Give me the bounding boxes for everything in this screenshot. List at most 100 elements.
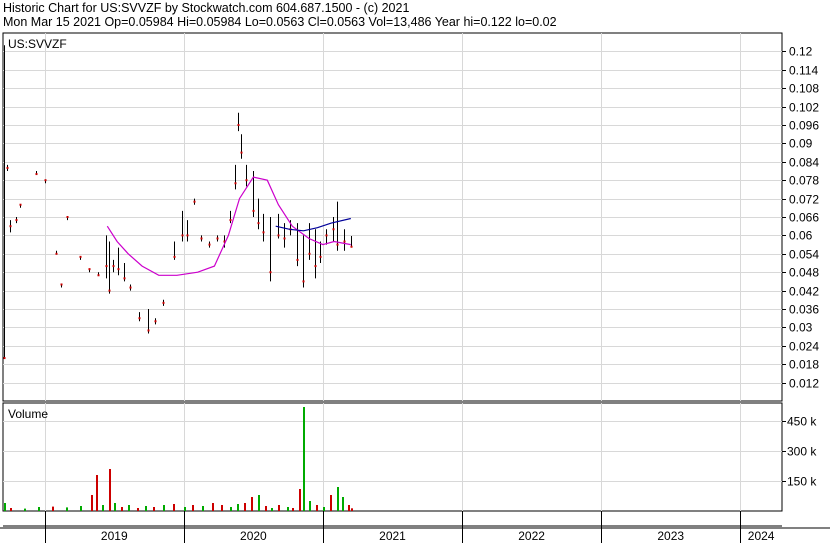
volume-bar (38, 507, 40, 511)
close-marker (193, 200, 196, 203)
volume-bar (66, 507, 68, 511)
price-tick-label: 0.072 (789, 193, 819, 207)
close-marker (129, 286, 132, 289)
price-tick-label: 0.078 (789, 174, 819, 188)
price-tick-label: 0.036 (789, 303, 819, 317)
volume-bar (244, 503, 246, 511)
close-marker (277, 234, 280, 237)
volume-bar (287, 507, 289, 511)
close-marker (314, 265, 317, 268)
close-marker (105, 265, 108, 268)
year-label: 2021 (379, 529, 406, 543)
volume-bar (221, 505, 223, 511)
year-label: 2024 (748, 529, 775, 543)
volume-bar (258, 495, 260, 511)
close-marker (55, 252, 58, 255)
volume-panel-title: Volume (8, 407, 48, 421)
volume-bar (4, 503, 6, 511)
close-marker (35, 173, 38, 176)
volume-bar (163, 505, 165, 511)
volume-bar (309, 501, 311, 511)
close-marker (216, 237, 219, 240)
close-marker (332, 228, 335, 231)
volume-bar (24, 508, 26, 511)
volume-bar (271, 508, 273, 511)
volume-bar (114, 503, 116, 511)
volume-bar (212, 503, 214, 511)
price-tick-label: 0.114 (789, 64, 818, 78)
price-tick-label: 0.12 (789, 45, 813, 59)
price-tick-label: 0.066 (789, 211, 819, 225)
price-tick-label: 0.054 (789, 248, 819, 262)
volume-bar (192, 505, 194, 511)
volume-bar (351, 508, 353, 511)
close-marker (112, 265, 115, 268)
close-marker (336, 243, 339, 246)
close-marker (257, 222, 260, 225)
price-tick-label: 0.018 (789, 358, 819, 372)
price-tick-label: 0.012 (789, 377, 819, 391)
close-marker (245, 179, 248, 182)
volume-bar (10, 508, 12, 511)
volume-bar (91, 495, 93, 511)
close-marker (237, 124, 240, 126)
close-marker (147, 329, 150, 332)
volume-bar (292, 508, 294, 511)
close-marker (123, 277, 126, 280)
price-tick-label: 0.09 (789, 137, 813, 151)
close-marker (325, 234, 328, 237)
close-marker (154, 320, 157, 323)
time-axis-labels: 2019 2020 2021 2022 2023 2024 (45, 511, 775, 543)
close-marker (117, 268, 120, 271)
close-marker (79, 255, 82, 258)
volume-bar (278, 505, 280, 511)
price-tick-label: 0.096 (789, 119, 819, 133)
close-marker (44, 179, 47, 182)
close-marker (186, 234, 189, 237)
volume-bar (330, 495, 332, 511)
volume-bar (102, 505, 104, 511)
volume-bar (265, 506, 267, 511)
volume-bar (96, 475, 98, 511)
volume-axis-labels: 450 k 300 k 150 k (787, 415, 817, 489)
stock-chart: 0.12 0.114 0.108 0.102 0.096 0.09 0.084 0.078 0.… (0, 32, 830, 543)
close-marker (19, 203, 22, 206)
close-marker (302, 280, 305, 283)
price-tick-label: 0.03 (789, 321, 813, 335)
close-marker (60, 283, 63, 286)
volume-bar (80, 506, 82, 511)
close-marker (319, 255, 322, 258)
close-marker (181, 234, 184, 237)
price-tick-label: 0.102 (789, 101, 819, 115)
volume-bar (251, 497, 253, 511)
volume-bar (173, 504, 175, 511)
close-marker (162, 301, 165, 304)
close-marker (138, 317, 141, 320)
volume-bar (342, 497, 344, 511)
price-tick-label: 0.084 (789, 156, 819, 170)
volume-bar (230, 507, 232, 511)
close-marker (240, 151, 243, 154)
close-marker (234, 182, 237, 185)
volume-bar (128, 505, 130, 511)
volume-bar (137, 508, 139, 511)
volume-bar (303, 407, 305, 511)
volume-panel-border (2, 402, 783, 512)
price-tick-label: 0.06 (789, 229, 813, 243)
close-marker (200, 237, 203, 240)
volume-bar (145, 506, 147, 511)
price-panel-title: US:SVVZF (8, 37, 67, 51)
year-label: 2023 (657, 529, 684, 543)
volume-tick-label: 300 k (787, 445, 817, 459)
close-marker (66, 216, 69, 218)
volume-bar (202, 506, 204, 511)
volume-bar (153, 507, 155, 511)
volume-tick-label: 150 k (787, 475, 817, 489)
volume-bar (184, 507, 186, 511)
close-marker (97, 274, 100, 277)
close-marker (262, 231, 265, 234)
close-marker (9, 225, 12, 228)
close-marker (308, 252, 311, 255)
price-tick-label: 0.048 (789, 266, 819, 280)
volume-bar (52, 506, 54, 511)
